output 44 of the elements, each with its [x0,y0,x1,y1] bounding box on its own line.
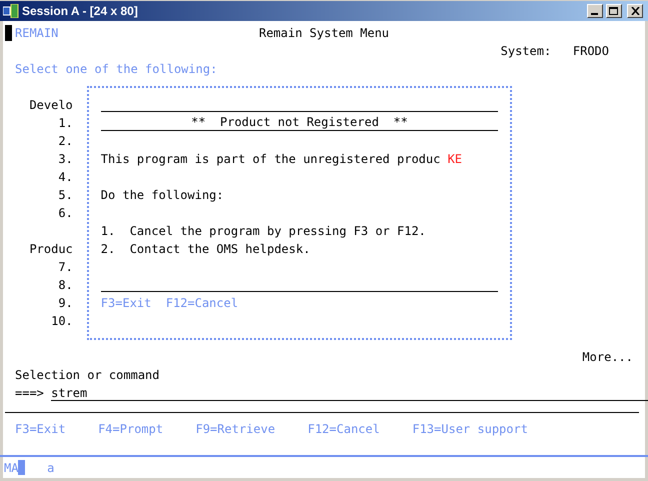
menu-label: 3. [58,152,73,166]
screen-title: Remain System Menu [258,25,390,42]
error-flag-text: KE [448,151,462,168]
window-title: Session A - [24 x 80] [22,4,139,18]
menu-label: 6. [58,206,73,220]
menu-label: 10. [51,314,73,328]
function-key: F12=Cancel [308,420,380,438]
function-key: F13=User support [412,420,528,438]
minimize-button[interactable] [587,4,603,18]
command-label: Selection or command [15,367,160,384]
more-indicator: More... [582,349,633,366]
program-name: REMAIN [15,25,60,42]
message-text: Do the following: [100,187,224,204]
menu-label: 1. [58,116,73,130]
function-key: F4=Prompt [98,420,164,438]
function-keys: F3=Exit F12=Cancel [100,294,238,312]
terminal-icon [3,4,19,18]
message-text: 1. Cancel the program by pressing F3 or F12. [100,223,426,240]
menu-label: 9. [58,296,73,310]
function-key: F3=Exit [15,420,66,438]
message-text: This program is part of the unregistered produc [100,151,440,168]
menu-label: Develo [29,98,73,112]
menu-label: Produc [29,242,73,256]
command-prompt: ===> [15,385,44,402]
system-name: FRODO [572,43,609,60]
message-text: 2. Contact the OMS helpdesk. [100,241,310,258]
close-icon [630,7,640,15]
close-button[interactable] [627,4,643,18]
menu-label: 4. [58,170,73,184]
status-indicator: a [47,460,54,474]
system-label: System: [500,43,552,60]
function-key: F9=Retrieve [196,420,276,438]
text-cursor [5,25,12,41]
message-title: ** Product not Registered ** [100,114,498,131]
menu-label: 7. [58,260,73,274]
menu-label: 8. [58,278,73,292]
menu-label: 5. [58,188,73,202]
status-cursor [18,460,26,475]
maximize-button[interactable] [606,4,622,18]
instruction-text: Select one of the following: [15,61,218,78]
maximize-icon [609,6,619,16]
status-mode: MA [4,460,18,474]
menu-label: 2. [58,134,73,148]
command-field[interactable]: strem [51,385,648,401]
